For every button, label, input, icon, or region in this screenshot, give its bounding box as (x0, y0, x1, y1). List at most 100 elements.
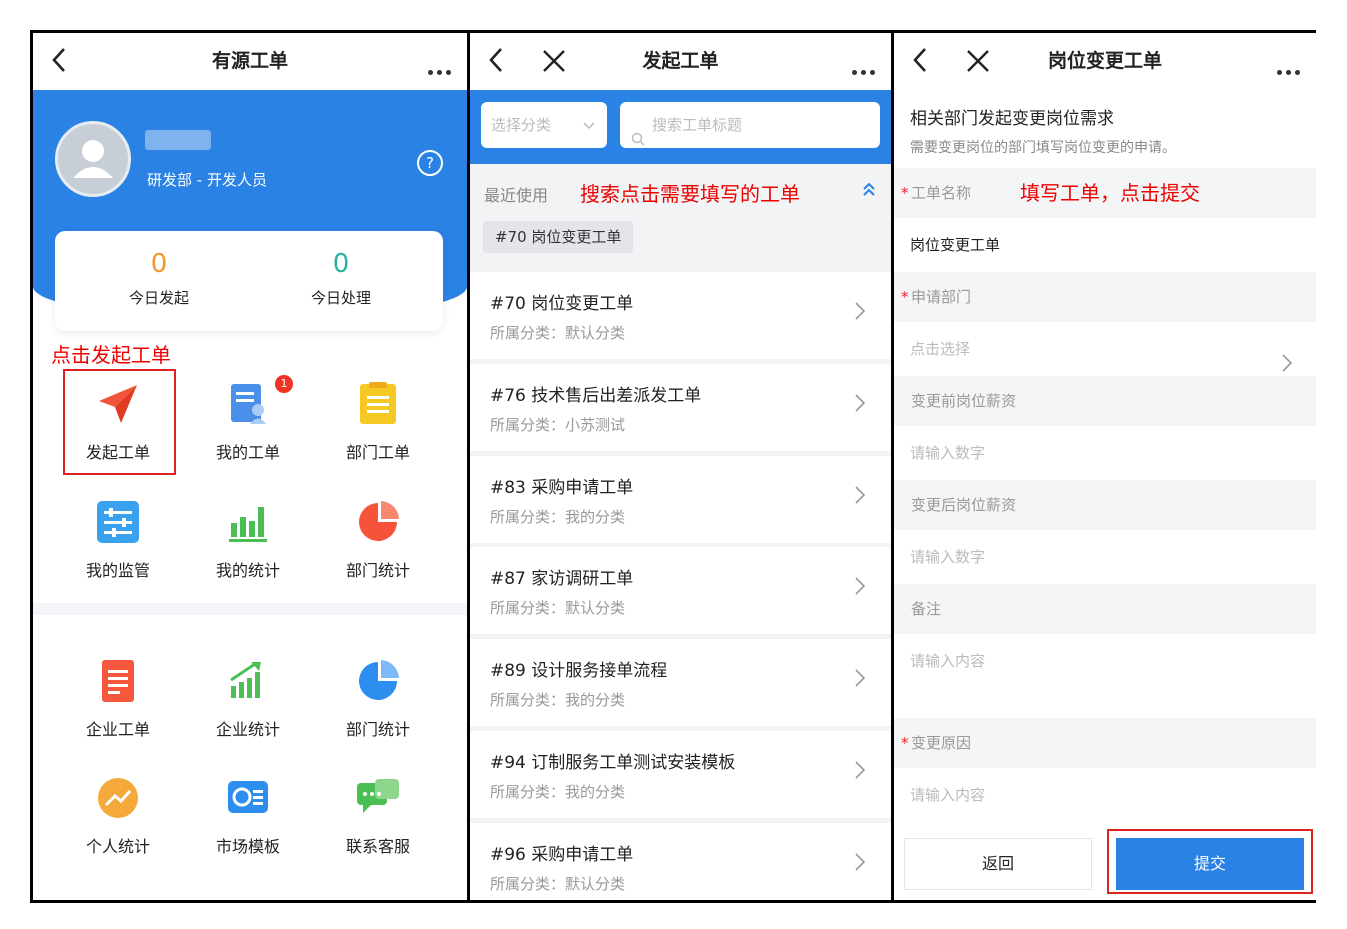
start-workorder-screen: 发起工单 选择分类 搜索工单标题 最近使用 搜索点击需要填写的工单 #70 岗位… (470, 33, 891, 900)
grid-label: 企业工单 (85, 720, 150, 739)
search-icon (631, 118, 645, 164)
dept-workorders-button[interactable]: 部门工单 (313, 381, 443, 463)
enterprise-stats-button[interactable]: 企业统计 (183, 658, 313, 740)
stats-card: 0 今日发起 0 今日处理 (55, 231, 443, 331)
remark-textarea[interactable]: 请输入内容 (894, 634, 1316, 718)
more-icon[interactable] (1273, 60, 1300, 79)
stat-label: 今日发起 (128, 289, 189, 307)
form-intro: 相关部门发起变更岗位需求 需要变更岗位的部门填写岗位变更的申请。 (894, 90, 1316, 168)
field-label-text: 申请部门 (911, 288, 972, 306)
chevron-right-icon (855, 394, 866, 416)
workorder-title: #76 技术售后出差派发工单 (490, 386, 702, 406)
category-select[interactable]: 选择分类 (481, 102, 607, 148)
more-icon[interactable] (848, 60, 875, 79)
avatar[interactable] (55, 121, 131, 197)
stat-today-started[interactable]: 0 今日发起 (99, 247, 219, 308)
workorder-category: 所属分类：我的分类 (490, 783, 626, 801)
list-item[interactable]: #96 采购申请工单 所属分类：默认分类 (470, 823, 891, 900)
list-item[interactable]: #70 岗位变更工单 所属分类：默认分类 (470, 272, 891, 359)
collapse-icon[interactable] (863, 182, 875, 200)
workorder-category: 所属分类：默认分类 (490, 875, 626, 893)
filter-bar: 选择分类 搜索工单标题 (470, 90, 891, 164)
field-label-text: 变更原因 (911, 734, 972, 752)
pie-chart-icon (355, 658, 401, 704)
department-select[interactable]: 点击选择 (894, 322, 1316, 376)
chevron-down-icon (583, 102, 595, 148)
chevron-right-icon (855, 577, 866, 599)
list-item[interactable]: #89 设计服务接单流程 所属分类：我的分类 (470, 639, 891, 726)
dept-stats-button-2[interactable]: 部门统计 (313, 658, 443, 740)
highlight-box (1107, 829, 1313, 894)
field-label: * 工单名称 填写工单，点击提交 (894, 168, 1316, 218)
annotation-text: 点击发起工单 (51, 343, 171, 367)
my-stats-button[interactable]: 我的统计 (183, 499, 313, 581)
search-placeholder: 搜索工单标题 (652, 116, 743, 134)
notification-badge: 1 (275, 375, 293, 393)
grid-label: 企业统计 (215, 720, 280, 739)
search-input[interactable]: 搜索工单标题 (620, 102, 880, 148)
workorder-title: #87 家访调研工单 (490, 569, 634, 589)
field-label: 变更后岗位薪资 (894, 480, 1316, 530)
salary-before-input[interactable]: 请输入数字 (894, 426, 1316, 480)
template-icon (225, 775, 271, 821)
list-item[interactable]: #83 采购申请工单 所属分类：我的分类 (470, 456, 891, 543)
field-label: 备注 (894, 584, 1316, 634)
bar-chart-icon (225, 499, 271, 545)
recent-chip[interactable]: #70 岗位变更工单 (483, 221, 634, 253)
personal-stats-button[interactable]: 个人统计 (53, 775, 183, 857)
dept-stats-button[interactable]: 部门统计 (313, 499, 443, 581)
list-item[interactable]: #76 技术售后出差派发工单 所属分类：小苏测试 (470, 364, 891, 451)
reason-textarea[interactable]: 请输入内容 (894, 768, 1316, 826)
highlight-box (63, 369, 176, 475)
page-title: 发起工单 (642, 50, 719, 72)
enterprise-workorders-button[interactable]: 企业工单 (53, 658, 183, 740)
field-label: * 变更原因 (894, 718, 1316, 768)
field-label: 变更前岗位薪资 (894, 376, 1316, 426)
my-workorders-button[interactable]: 1 我的工单 (183, 375, 313, 463)
more-icon[interactable] (424, 60, 451, 79)
workorder-name-field[interactable]: 岗位变更工单 (894, 218, 1316, 272)
back-button[interactable]: 返回 (904, 838, 1092, 890)
required-mark: * (901, 734, 909, 752)
field-label: * 申请部门 (894, 272, 1316, 322)
grid-label: 我的监管 (85, 561, 150, 580)
workorder-category: 所属分类：小苏测试 (490, 416, 626, 434)
clipboard-icon (355, 381, 401, 427)
workorder-category: 所属分类：我的分类 (490, 691, 626, 709)
form-description: 需要变更岗位的部门填写岗位变更的申请。 (910, 140, 1176, 156)
salary-after-input[interactable]: 请输入数字 (894, 530, 1316, 584)
chat-icon (355, 775, 401, 821)
pie-chart-icon (355, 499, 401, 545)
grid-label: 联系客服 (345, 837, 410, 856)
chevron-right-icon (855, 669, 866, 691)
section-divider (33, 603, 467, 615)
stat-today-handled[interactable]: 0 今日处理 (281, 247, 401, 308)
market-templates-button[interactable]: 市场模板 (183, 775, 313, 857)
list-item[interactable]: #87 家访调研工单 所属分类：默认分类 (470, 547, 891, 634)
grid-label: 我的统计 (215, 561, 280, 580)
page-title: 岗位变更工单 (1047, 50, 1162, 72)
grid-label: 部门统计 (345, 561, 410, 580)
department-placeholder: 点击选择 (910, 340, 971, 358)
field-label-text: 工单名称 (911, 184, 972, 202)
sliders-icon (95, 499, 141, 545)
annotation-text: 搜索点击需要填写的工单 (580, 182, 800, 206)
user-name-blurred (145, 130, 211, 150)
chevron-right-icon (855, 761, 866, 783)
required-mark: * (901, 288, 909, 306)
chevron-right-icon (855, 486, 866, 508)
grid-label: 部门统计 (345, 720, 410, 739)
grid-label: 市场模板 (215, 837, 280, 856)
workorder-title: #89 设计服务接单流程 (490, 661, 668, 681)
stat-value: 0 (332, 249, 350, 279)
workorder-title: #94 订制服务工单测试安装模板 (490, 753, 736, 773)
stat-label: 今日处理 (310, 289, 371, 307)
workorder-category: 所属分类：默认分类 (490, 599, 626, 617)
contact-support-button[interactable]: 联系客服 (313, 775, 443, 857)
list-item[interactable]: #94 订制服务工单测试安装模板 所属分类：我的分类 (470, 731, 891, 818)
workorder-category: 所属分类：默认分类 (490, 324, 626, 342)
my-supervision-button[interactable]: 我的监管 (53, 499, 183, 581)
workorder-title: #96 采购申请工单 (490, 845, 634, 865)
page-title: 有源工单 (211, 50, 288, 72)
help-icon[interactable]: ? (417, 150, 443, 176)
